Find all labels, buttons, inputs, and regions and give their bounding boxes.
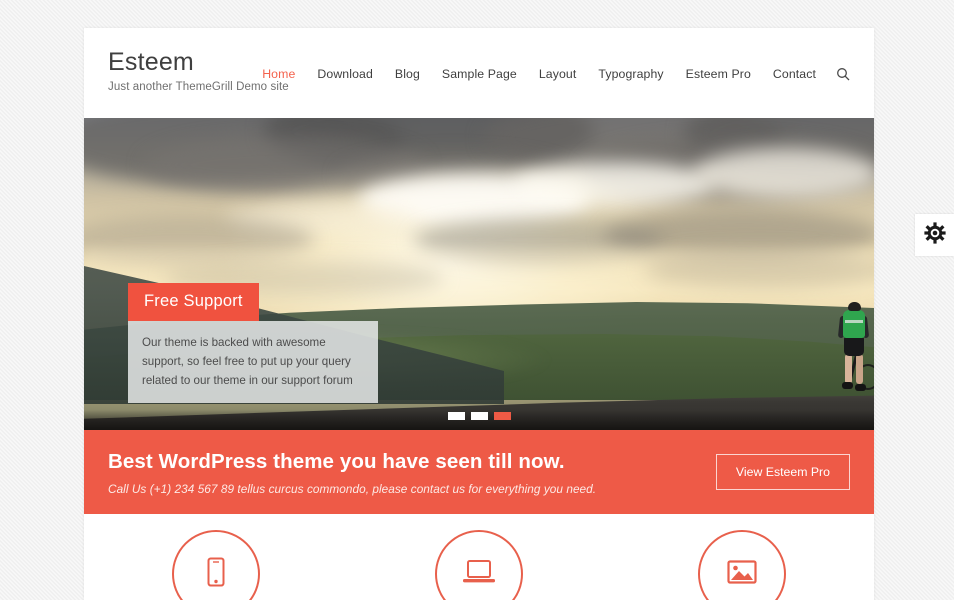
nav-item-contact[interactable]: Contact [762,64,827,84]
slider-pagination [84,412,874,420]
nav-item-sample-page[interactable]: Sample Page [431,64,528,84]
mobile-phone-icon [206,557,226,592]
slider-pager-dot-2[interactable] [470,412,488,420]
cyclist-leg [845,354,852,384]
view-esteem-pro-button[interactable]: View Esteem Pro [715,454,850,490]
feature-item-mobile[interactable] [84,530,347,600]
feature-circle [698,530,787,600]
nav-item-typography[interactable]: Typography [587,64,674,84]
site-header: Esteem Just another ThemeGrill Demo site… [84,28,874,118]
nav-item-blog[interactable]: Blog [384,64,431,84]
hero-slider[interactable]: Free Support Our theme is backed with aw… [84,118,874,430]
cyclist-jersey [843,310,865,338]
cyclist-shorts [844,336,864,356]
features-section [84,514,874,600]
slider-pager-dot-1[interactable] [447,412,465,420]
feature-circle [434,530,523,600]
nav-item-home[interactable]: Home [251,64,306,84]
cyclist-leg [856,354,863,384]
slide-caption: Free Support Our theme is backed with aw… [128,283,378,403]
nav-item-download[interactable]: Download [306,64,384,84]
cloud-highlight [514,162,714,206]
settings-toggle-button[interactable] [915,214,954,256]
nav-item-esteem-pro[interactable]: Esteem Pro [675,64,762,84]
search-icon[interactable] [827,67,854,81]
cyclist-shoe [842,382,853,389]
feature-item-image[interactable] [611,530,874,600]
cyclist-figure [832,302,874,402]
feature-item-laptop[interactable] [347,530,610,600]
main-navigation: Home Download Blog Sample Page Layout Ty… [251,64,854,84]
image-photo-icon [727,559,757,590]
nav-item-layout[interactable]: Layout [528,64,588,84]
cyclist-jersey-stripe [845,320,863,323]
cloud-highlight [694,148,874,198]
call-to-action-banner: Best WordPress theme you have seen till … [84,430,874,514]
feature-circle [171,530,260,600]
slide-caption-title: Free Support [128,283,259,321]
cyclist-helmet [848,302,861,311]
laptop-icon [462,559,496,590]
gear-icon [923,221,946,249]
slider-pager-dot-3[interactable] [493,412,511,420]
slide-caption-body: Our theme is backed with awesome support… [128,321,378,403]
site-container: Esteem Just another ThemeGrill Demo site… [84,28,874,600]
cyclist-shoe [855,384,866,391]
